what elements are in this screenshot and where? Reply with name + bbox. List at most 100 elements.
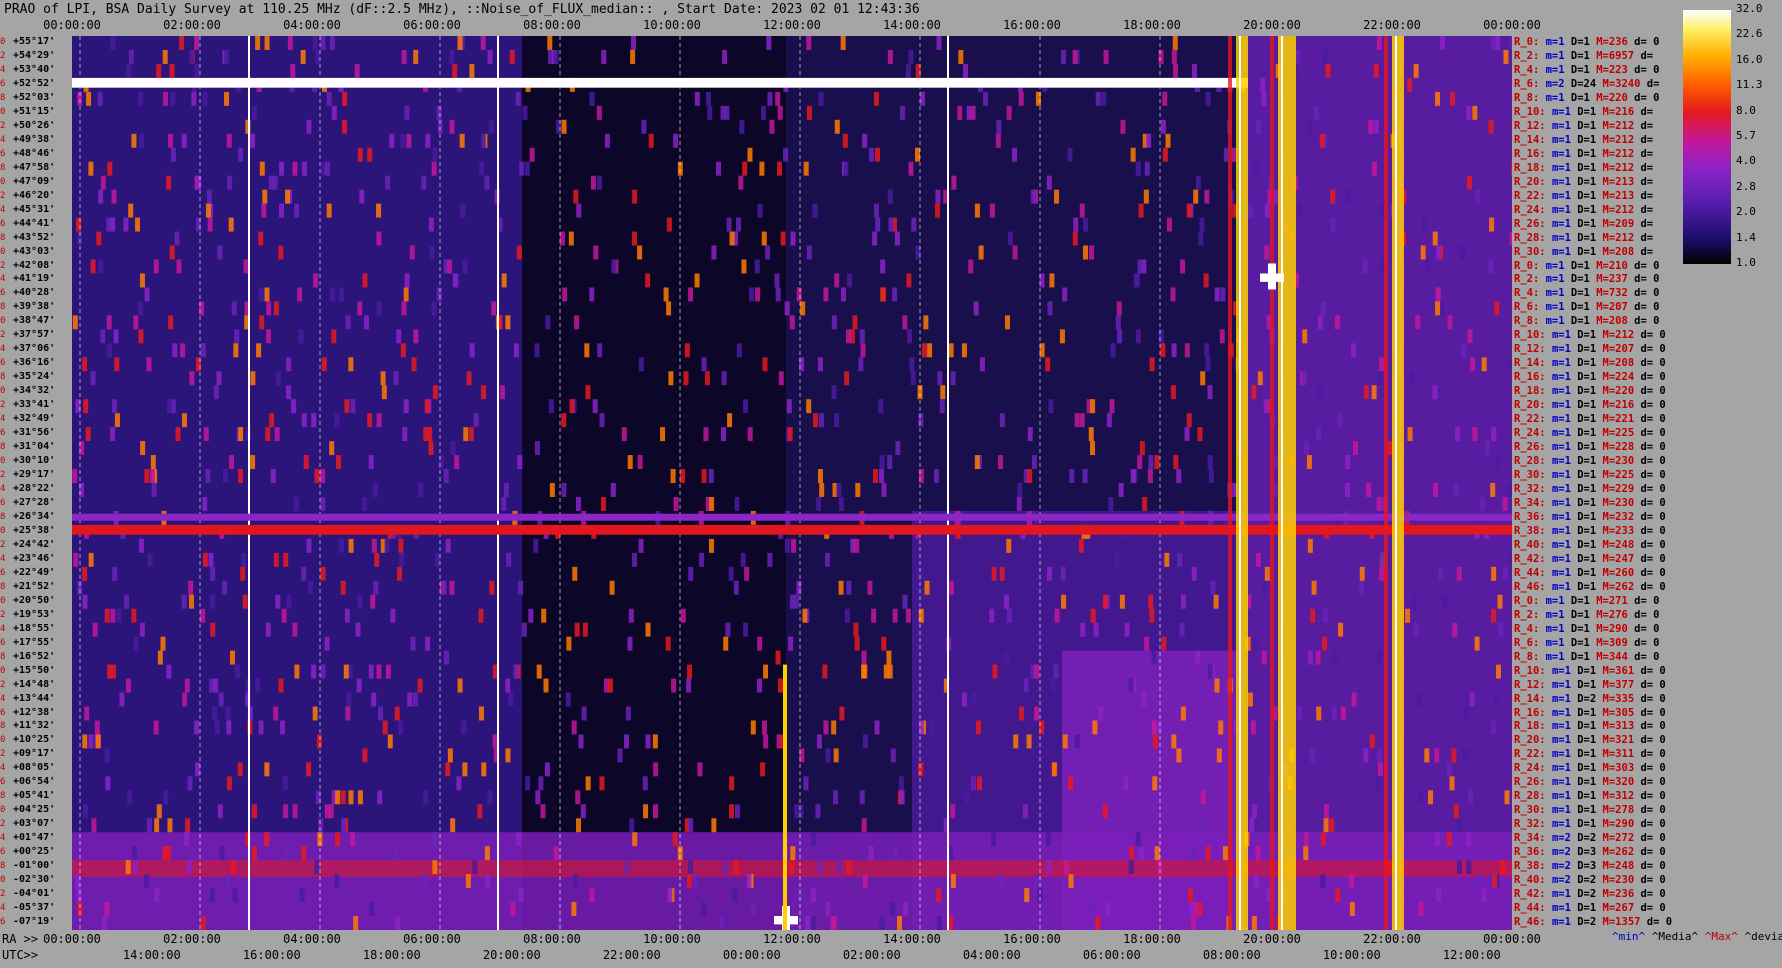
heatmap-cell xyxy=(909,357,915,372)
heatmap-cell xyxy=(978,245,984,260)
heatmap-cell xyxy=(264,762,270,777)
heatmap-cell xyxy=(536,664,542,679)
heatmap-cell xyxy=(466,371,472,386)
beam-stat-min: m=1 xyxy=(1551,748,1578,761)
heatmap-cell xyxy=(1489,217,1495,232)
heatmap-cell xyxy=(726,217,732,232)
beam-stat-id: R_18: xyxy=(1514,720,1552,733)
heatmap-cell xyxy=(892,608,898,623)
heatmap-cell xyxy=(131,133,137,148)
heatmap-cell xyxy=(1148,594,1154,609)
beam-stat-dev: d= 0 xyxy=(1634,259,1660,272)
heatmap-cell xyxy=(172,343,178,358)
beam-stat-dev: d= 0 xyxy=(1640,566,1666,579)
heatmap-cell xyxy=(294,664,300,679)
heatmap-cell xyxy=(449,49,455,64)
heatmap-cell xyxy=(838,496,844,511)
heatmap-cell xyxy=(902,315,908,330)
heatmap-cell xyxy=(641,119,647,134)
beam-stat-max: M=260 xyxy=(1602,566,1641,579)
declination-row: 6 -07°19' xyxy=(0,916,72,927)
declination-index: 2 xyxy=(0,470,6,481)
heatmap-cell xyxy=(169,63,175,78)
heatmap-cell xyxy=(479,161,485,176)
beam-stat-row: R_20: m=1 D=1 M=216 d= 0 xyxy=(1514,399,1666,411)
colorbar-label: 16.0 xyxy=(1736,52,1763,66)
heatmap-cell xyxy=(457,36,463,50)
beam-stat-dev: d= xyxy=(1640,49,1654,62)
feature-band xyxy=(1281,36,1283,930)
declination-label: +27°28' xyxy=(13,496,56,508)
beam-stat-dev: d= 0 xyxy=(1640,664,1666,677)
beam-stat-max: M=225 xyxy=(1602,469,1641,482)
heatmap-cell xyxy=(660,427,666,442)
heatmap-cell xyxy=(138,301,144,316)
beam-stat-median: D=1 xyxy=(1577,385,1603,398)
heatmap-cell xyxy=(292,161,298,176)
declination-label: +15°50' xyxy=(13,664,56,676)
heatmap-cell xyxy=(880,287,886,302)
heatmap-cell xyxy=(1323,818,1329,833)
heatmap-cell xyxy=(306,119,312,134)
declination-label: +08°05' xyxy=(13,762,56,774)
heatmap-cell xyxy=(1072,231,1078,246)
declination-index: 0 xyxy=(0,665,6,676)
beam-stat-min: m=1 xyxy=(1551,580,1578,593)
heatmap-cell xyxy=(85,427,91,442)
heatmap-cell xyxy=(480,36,486,50)
heatmap-cell xyxy=(561,119,567,134)
heatmap-cell xyxy=(1137,259,1143,274)
heatmap-cell xyxy=(1481,888,1487,903)
heatmap-cell xyxy=(1498,622,1504,637)
heatmap-cell xyxy=(224,91,230,106)
heatmap-cell xyxy=(775,650,781,665)
heatmap-cell xyxy=(206,189,212,204)
beam-stat-dev: d= 0 xyxy=(1640,762,1666,775)
beam-stat-dev: d= xyxy=(1640,133,1654,146)
beam-stat-dev: d= xyxy=(1646,77,1660,90)
beam-stat-dev: d= 0 xyxy=(1640,371,1666,384)
heatmap-cell xyxy=(733,860,739,875)
heatmap-cell xyxy=(1492,874,1498,889)
declination-index: 6 xyxy=(0,637,6,648)
heatmap-cell xyxy=(609,580,615,595)
heatmap-cell xyxy=(501,273,507,288)
beam-stat-row: R_16: m=1 D=1 M=305 d= 0 xyxy=(1514,707,1666,719)
heatmap-cell xyxy=(1030,189,1036,204)
heatmap-cell xyxy=(1376,496,1382,511)
heatmap-cell xyxy=(1303,846,1309,861)
heatmap-cell xyxy=(1054,608,1060,623)
heatmap-cell xyxy=(992,664,998,679)
heatmap-cell xyxy=(1165,133,1171,148)
heatmap-cell xyxy=(311,664,317,679)
declination-index: 6 xyxy=(0,497,6,508)
heatmap-cell xyxy=(280,720,286,735)
heatmap-cell xyxy=(684,343,690,358)
heatmap-cell xyxy=(899,790,905,805)
heatmap-cell xyxy=(796,580,802,595)
declination-index: 6 xyxy=(0,707,6,718)
heatmap-cell xyxy=(1004,315,1010,330)
heatmap-cell xyxy=(934,203,940,218)
heatmap-cell xyxy=(1138,203,1144,218)
beam-stat-median: D=1 xyxy=(1570,63,1597,76)
declination-label: +39°38' xyxy=(13,301,56,313)
heatmap-cell xyxy=(1102,804,1108,819)
heatmap-cell xyxy=(478,706,484,721)
heatmap-cell xyxy=(998,455,1004,470)
heatmap-cell xyxy=(1164,552,1170,567)
heatmap-cell xyxy=(205,469,211,483)
heatmap-cell xyxy=(1082,469,1088,483)
heatmap-cell xyxy=(1453,804,1459,819)
heatmap-cell xyxy=(452,63,458,78)
heatmap-cell xyxy=(575,790,581,805)
heatmap-cell xyxy=(1152,776,1158,791)
heatmap-cell xyxy=(585,385,591,400)
declination-row: 8 +21°52' xyxy=(0,581,72,592)
heatmap-cell xyxy=(1045,832,1051,847)
heatmap-cell xyxy=(88,734,94,749)
heatmap-cell xyxy=(727,413,733,428)
heatmap-cell xyxy=(1135,329,1141,344)
heatmap-cell xyxy=(687,664,693,679)
top-tick-label: 12:00:00 xyxy=(763,18,821,32)
